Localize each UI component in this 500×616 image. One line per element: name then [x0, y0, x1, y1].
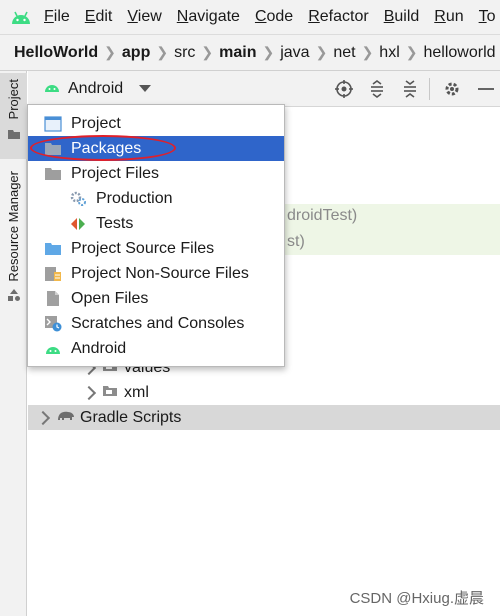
source-folder-icon [43, 240, 63, 258]
folder-icon [43, 165, 63, 183]
menu-navigate[interactable]: Navigate [177, 8, 240, 26]
view-option-label: Project Non-Source Files [71, 264, 249, 282]
view-option-project-non-source-files[interactable]: Project Non-Source Files [28, 261, 284, 286]
scratches-icon [43, 315, 63, 333]
breadcrumb-separator-icon: ❯ [262, 44, 275, 60]
breadcrumb-item[interactable]: src [174, 44, 195, 62]
project-folder-icon [7, 127, 21, 145]
project-view-selected: Android [68, 79, 124, 97]
breadcrumb-item[interactable]: helloworld [423, 44, 495, 62]
collapse-all-icon[interactable] [395, 74, 425, 104]
breadcrumb-item[interactable]: net [333, 44, 355, 62]
breadcrumb-separator-icon: ❯ [156, 44, 169, 60]
breadcrumb-separator-icon: ❯ [361, 44, 374, 60]
tree-item-gradle-scripts[interactable]: Gradle Scripts [28, 405, 500, 430]
tests-icon [68, 215, 88, 233]
select-opened-file-icon[interactable] [329, 74, 359, 104]
android-icon [43, 340, 63, 358]
file-icon [43, 290, 63, 308]
project-view-dropdown: Project Packages Project Files Productio… [27, 104, 285, 367]
breadcrumb-separator-icon: ❯ [201, 44, 214, 60]
hide-icon[interactable] [470, 74, 500, 104]
watermark-text: CSDN @Hxiug.虚晨 [349, 590, 484, 607]
view-option-open-files[interactable]: Open Files [28, 286, 284, 311]
view-option-tests[interactable]: Tests [28, 211, 284, 236]
project-tool-tab[interactable]: Project [0, 73, 27, 159]
view-option-production[interactable]: Production [28, 186, 284, 211]
view-option-project-source-files[interactable]: Project Source Files [28, 236, 284, 261]
production-gear-icon [68, 190, 88, 208]
menu-bar: File Edit View Navigate Code Refactor Bu… [0, 0, 500, 34]
view-option-label: Production [96, 189, 173, 207]
view-option-packages[interactable]: Packages [28, 135, 284, 161]
menu-view[interactable]: View [127, 8, 161, 26]
breadcrumb-separator-icon: ❯ [405, 44, 418, 60]
tree-item-label: xml [124, 383, 149, 401]
menu-code[interactable]: Code [255, 8, 293, 26]
left-tool-strip: Project Resource Manager [0, 71, 27, 616]
view-option-label: Project Source Files [71, 239, 215, 257]
chevron-right-icon [35, 410, 51, 425]
breadcrumb-item[interactable]: app [122, 44, 150, 62]
tool-window-actions [326, 71, 500, 107]
resource-manager-tab-label: Resource Manager [6, 171, 21, 282]
gradle-elephant-icon [56, 409, 76, 427]
view-option-label: Project [71, 114, 121, 132]
tree-partial-text: droidTest) [287, 207, 358, 224]
non-source-files-icon [43, 265, 63, 283]
toolbar-divider [429, 78, 430, 100]
project-view-icon [43, 115, 63, 133]
breadcrumb-item[interactable]: hxl [379, 44, 399, 62]
menu-refactor[interactable]: Refactor [308, 8, 368, 26]
project-view-selector[interactable]: Android [44, 79, 152, 98]
breadcrumb-item[interactable]: java [280, 44, 309, 62]
tree-item-xml[interactable]: xml [28, 380, 500, 405]
view-option-label: Open Files [71, 289, 149, 307]
view-option-project[interactable]: Project [28, 111, 284, 136]
breadcrumb-item[interactable]: HelloWorld [14, 44, 98, 62]
breadcrumb-separator-icon: ❯ [315, 44, 328, 60]
view-option-android[interactable]: Android [28, 336, 284, 361]
gear-icon[interactable] [437, 74, 467, 104]
breadcrumb-separator-icon: ❯ [104, 44, 116, 60]
android-studio-logo-icon [10, 8, 32, 26]
menu-file[interactable]: File [44, 8, 70, 26]
annotation-circle [30, 135, 176, 161]
navigation-breadcrumb: HelloWorld ❯ app ❯ src ❯ main ❯ java ❯ net ❯ h… [0, 34, 500, 71]
chevron-right-icon [81, 385, 97, 400]
tree-item-label: Gradle Scripts [80, 408, 182, 426]
tree-partial-text: st) [287, 233, 305, 250]
expand-all-icon[interactable] [362, 74, 392, 104]
menu-tools[interactable]: To [479, 8, 496, 26]
folder-icon [102, 384, 118, 402]
view-option-scratches-and-consoles[interactable]: Scratches and Consoles [28, 311, 284, 336]
view-option-label: Tests [96, 214, 134, 232]
project-tab-label: Project [6, 79, 21, 120]
view-option-label: Scratches and Consoles [71, 314, 245, 332]
android-icon [44, 80, 60, 98]
menu-edit[interactable]: Edit [85, 8, 113, 26]
view-option-label: Android [71, 339, 127, 357]
view-option-project-files[interactable]: Project Files [28, 161, 284, 186]
resource-manager-tool-tab[interactable]: Resource Manager [0, 171, 27, 311]
view-option-label: Project Files [71, 164, 160, 182]
menu-run[interactable]: Run [434, 8, 463, 26]
project-tool-window-header: Android [28, 71, 500, 107]
resource-manager-icon [7, 288, 21, 307]
chevron-down-icon [139, 85, 152, 92]
breadcrumb-item[interactable]: main [219, 44, 256, 62]
menu-build[interactable]: Build [384, 8, 420, 26]
